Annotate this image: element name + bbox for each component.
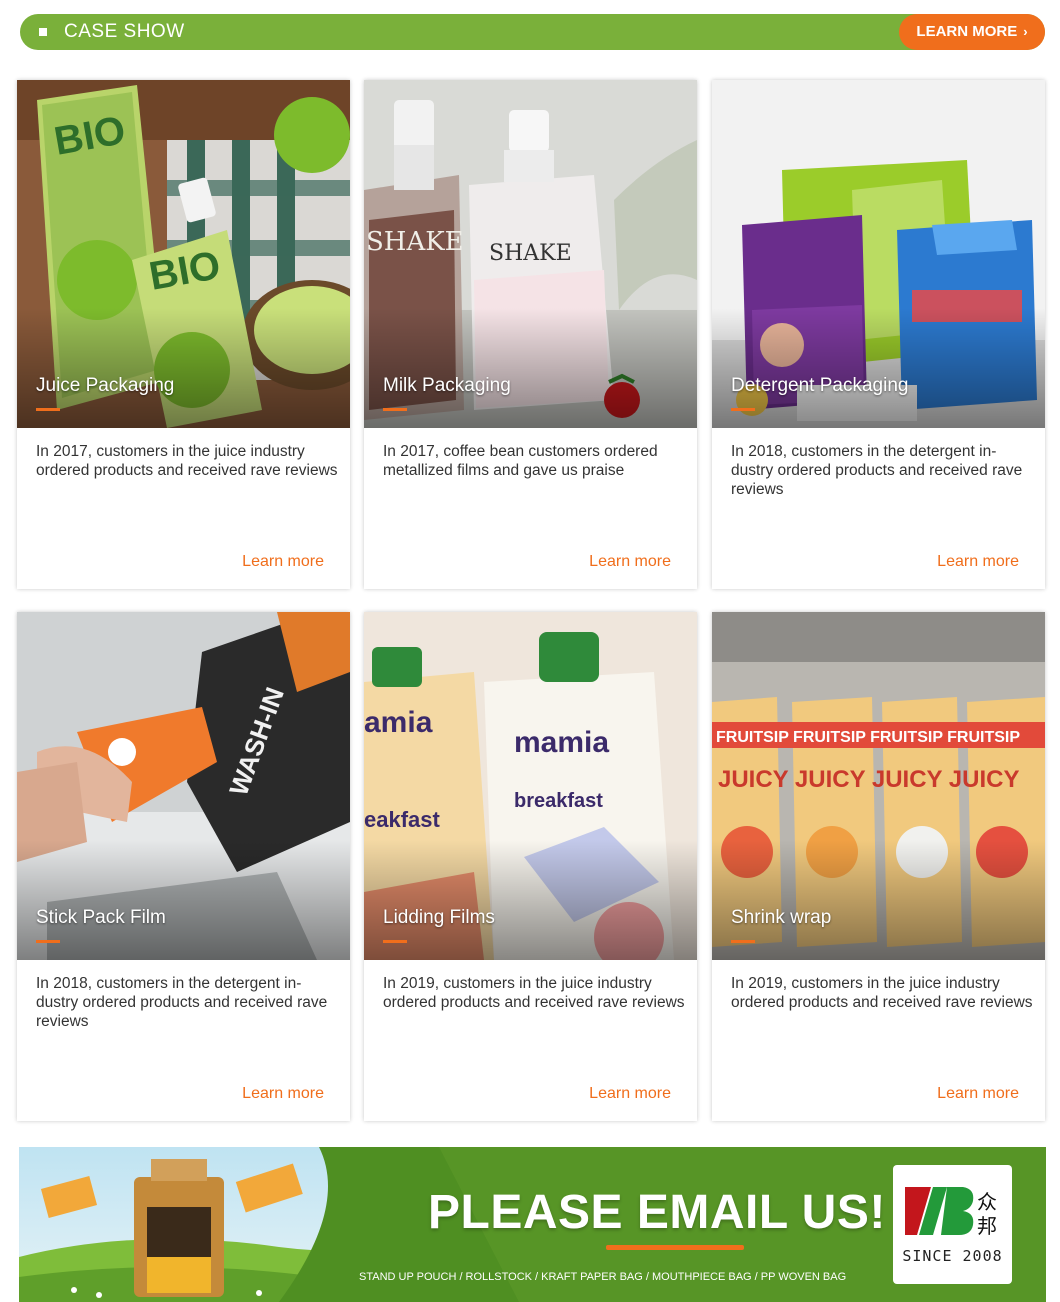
image-shade: [712, 840, 1045, 960]
title-underline: [731, 408, 755, 411]
email-us-banner[interactable]: PLEASE EMAIL US! STAND UP POUCH / ROLLST…: [19, 1147, 1046, 1302]
svg-text:邦: 邦: [977, 1214, 997, 1238]
svg-text:SHAKE: SHAKE: [366, 227, 464, 257]
svg-text:众: 众: [977, 1190, 997, 1214]
image-shade: [364, 308, 697, 428]
square-bullet-icon: [39, 28, 47, 36]
title-underline: [36, 408, 60, 411]
svg-text:JUICY JUICY JUICY JUICY: JUICY JUICY JUICY JUICY: [718, 766, 1019, 793]
image-shade: [17, 308, 350, 428]
card-title: Milk Packaging: [383, 375, 511, 396]
card-description: In 2019, customers in the juice industry…: [731, 975, 1033, 1011]
svg-text:SHAKE: SHAKE: [489, 241, 572, 266]
card-title: Juice Packaging: [36, 375, 175, 396]
card-description: In 2017, customers in the juice industry…: [36, 443, 338, 479]
learn-more-link[interactable]: Learn more: [242, 553, 324, 571]
card-title: Shrink wrap: [731, 907, 832, 928]
company-logo: 众 邦 SINCE 2008: [893, 1165, 1012, 1284]
chevron-right-icon: ›: [1023, 24, 1028, 39]
case-card-milk[interactable]: SHAKE SHAKE Milk Packaging In 2017, coff…: [364, 80, 697, 589]
learn-more-label: LEARN MORE: [916, 23, 1018, 40]
image-shade: [17, 840, 350, 960]
card-title: Detergent Packaging: [731, 375, 909, 396]
title-underline: [731, 940, 755, 943]
learn-more-link[interactable]: Learn more: [242, 1085, 324, 1103]
svg-text:amia: amia: [364, 706, 433, 739]
card-description: In 2018, customers in the detergent in-d…: [731, 443, 1023, 498]
case-card-lidding-films[interactable]: amia eakfast mamia breakfast Lidding Fil…: [364, 612, 697, 1121]
banner-title: PLEASE EMAIL US!: [428, 1186, 886, 1239]
case-card-detergent[interactable]: Detergent Packaging In 2018, customers i…: [712, 80, 1045, 589]
title-underline: [383, 408, 407, 411]
svg-text:FRUITSIP FRUITSIP FRUITSIP: FRUITSIP FRUITSIP FRUITSIP FRUITSIP: [716, 729, 1020, 746]
card-description: In 2018, customers in the detergent in-d…: [36, 975, 328, 1030]
section-title: CASE SHOW: [64, 21, 185, 42]
banner-subtitle: STAND UP POUCH / ROLLSTOCK / KRAFT PAPER…: [359, 1271, 847, 1283]
title-underline: [36, 940, 60, 943]
card-title: Lidding Films: [383, 907, 495, 928]
case-card-stick-pack[interactable]: WASH-IN Stick Pack Film In 2018, custome…: [17, 612, 350, 1121]
section-header-bar: CASE SHOW LEARN MORE ›: [20, 14, 1045, 50]
learn-more-link[interactable]: Learn more: [937, 553, 1019, 571]
logo-since-text: SINCE 2008: [902, 1247, 1003, 1265]
card-description: In 2017, coffee bean customers ordered m…: [383, 443, 658, 479]
learn-more-link[interactable]: Learn more: [589, 1085, 671, 1103]
banner-underline: [606, 1245, 744, 1250]
svg-text:mamia: mamia: [514, 726, 609, 759]
title-underline: [383, 940, 407, 943]
svg-text:breakfast: breakfast: [514, 790, 603, 812]
card-description: In 2019, customers in the juice industry…: [383, 975, 685, 1011]
card-title: Stick Pack Film: [36, 907, 166, 928]
case-card-juice[interactable]: BIO BIO Juice Packaging In 2017, custome…: [17, 80, 350, 589]
image-shade: [712, 308, 1045, 428]
learn-more-link[interactable]: Learn more: [937, 1085, 1019, 1103]
svg-text:eakfast: eakfast: [364, 807, 441, 832]
learn-more-button[interactable]: LEARN MORE ›: [899, 14, 1045, 50]
image-shade: [364, 840, 697, 960]
logo-mark-icon: 众 邦: [905, 1187, 997, 1238]
learn-more-link[interactable]: Learn more: [589, 553, 671, 571]
case-card-shrink-wrap[interactable]: FRUITSIP FRUITSIP FRUITSIP FRUITSIP JUIC…: [712, 612, 1045, 1121]
